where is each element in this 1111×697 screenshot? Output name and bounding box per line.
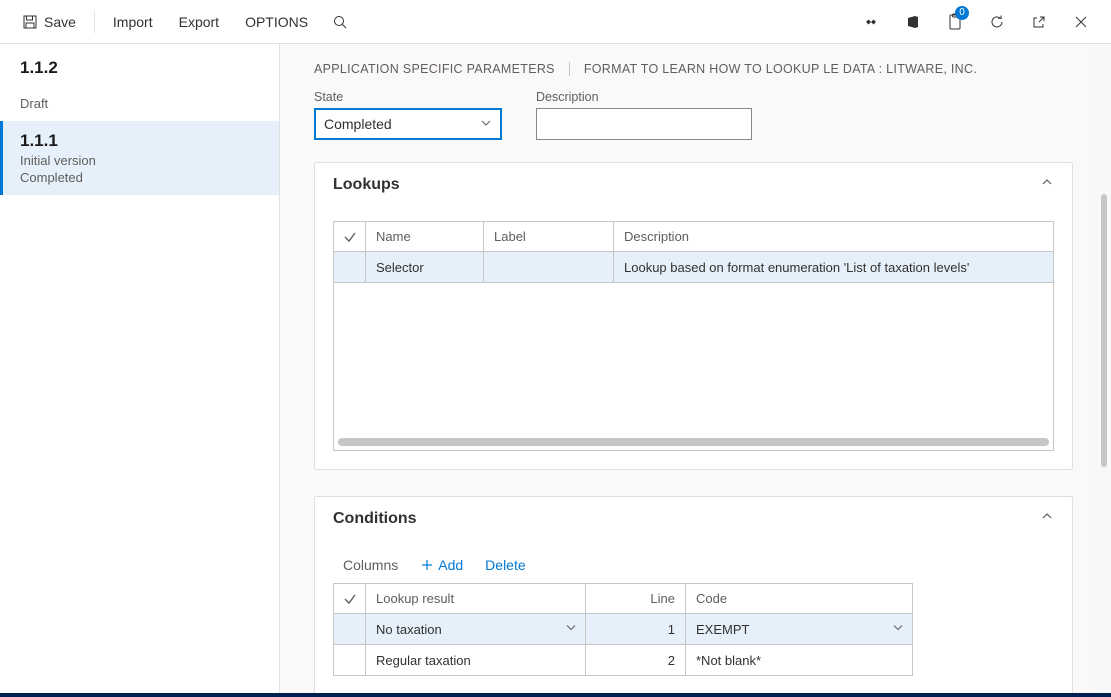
table-row[interactable]: Regular taxation 2 *Not blank* bbox=[334, 644, 912, 675]
close-icon bbox=[1073, 14, 1089, 30]
delete-label: Delete bbox=[485, 557, 525, 573]
versions-pane: 1.1.2 Draft 1.1.1 Initial version Comple… bbox=[0, 44, 280, 697]
breadcrumb: APPLICATION SPECIFIC PARAMETERS FORMAT T… bbox=[314, 62, 1073, 76]
row-check[interactable] bbox=[334, 252, 366, 282]
chevron-down-icon bbox=[480, 116, 492, 132]
state-label: State bbox=[314, 90, 502, 104]
version-number: 1.1.2 bbox=[20, 58, 261, 78]
breadcrumb-b: FORMAT TO LEARN HOW TO LOOKUP LE DATA : … bbox=[584, 62, 977, 76]
row-check[interactable] bbox=[334, 645, 366, 675]
cell-result[interactable]: Regular taxation bbox=[366, 645, 586, 675]
conditions-header[interactable]: Conditions bbox=[315, 497, 1072, 541]
lookups-grid: Name Label Description Selector Lookup b… bbox=[333, 221, 1054, 451]
columns-label[interactable]: Columns bbox=[343, 557, 398, 573]
grid-empty-area bbox=[334, 282, 1053, 450]
cell-line: 1 bbox=[586, 614, 686, 644]
breadcrumb-sep bbox=[569, 62, 570, 76]
lookups-header[interactable]: Lookups bbox=[315, 163, 1072, 207]
cell-line: 2 bbox=[586, 645, 686, 675]
version-status: Completed bbox=[20, 170, 261, 185]
import-button[interactable]: Import bbox=[103, 6, 163, 38]
plus-icon bbox=[420, 558, 434, 572]
options-label: OPTIONS bbox=[245, 14, 308, 30]
table-row[interactable]: No taxation 1 EXEMPT bbox=[334, 614, 912, 644]
lookups-title: Lookups bbox=[333, 176, 400, 194]
connector-icon bbox=[863, 14, 879, 30]
col-line[interactable]: Line bbox=[586, 584, 686, 614]
add-label: Add bbox=[438, 557, 463, 573]
notifications-button[interactable]: 0 bbox=[937, 4, 973, 40]
row-check[interactable] bbox=[334, 614, 366, 644]
search-button[interactable] bbox=[324, 6, 356, 38]
export-label: Export bbox=[179, 14, 219, 30]
col-desc[interactable]: Description bbox=[614, 222, 1053, 252]
breadcrumb-a: APPLICATION SPECIFIC PARAMETERS bbox=[314, 62, 555, 76]
state-select[interactable]: Completed bbox=[314, 108, 502, 140]
chevron-up-icon bbox=[1040, 509, 1054, 528]
col-name[interactable]: Name bbox=[366, 222, 484, 252]
table-row[interactable]: Selector Lookup based on format enumerat… bbox=[334, 252, 1053, 282]
cell-code[interactable]: *Not blank* bbox=[686, 645, 912, 675]
office-icon bbox=[905, 14, 921, 30]
table-header: Name Label Description bbox=[334, 222, 1053, 252]
add-button[interactable]: Add bbox=[420, 557, 463, 573]
popout-icon bbox=[1031, 14, 1047, 30]
cell-code[interactable]: EXEMPT bbox=[686, 614, 912, 644]
version-status: Draft bbox=[20, 96, 261, 111]
office-button[interactable] bbox=[895, 4, 931, 40]
search-icon bbox=[332, 14, 348, 30]
conditions-title: Conditions bbox=[333, 510, 417, 528]
refresh-button[interactable] bbox=[979, 4, 1015, 40]
table-header: Lookup result Line Code bbox=[334, 584, 912, 614]
state-value: Completed bbox=[324, 116, 392, 132]
cell-result[interactable]: No taxation bbox=[366, 614, 586, 644]
conditions-card: Conditions Columns Add bbox=[314, 496, 1073, 695]
chevron-down-icon bbox=[892, 622, 904, 637]
scrollbar[interactable] bbox=[1101, 194, 1107, 467]
detail-pane: APPLICATION SPECIFIC PARAMETERS FORMAT T… bbox=[280, 44, 1111, 697]
description-label: Description bbox=[536, 90, 752, 104]
cell-name: Selector bbox=[366, 252, 484, 282]
chevron-down-icon bbox=[565, 622, 577, 637]
status-bar bbox=[0, 693, 1111, 697]
connector-button[interactable] bbox=[853, 4, 889, 40]
version-subtitle: Initial version bbox=[20, 153, 261, 168]
conditions-toolbar: Columns Add Delete bbox=[343, 557, 1054, 573]
save-label: Save bbox=[44, 14, 76, 30]
description-input[interactable] bbox=[536, 108, 752, 140]
check-column-header[interactable] bbox=[334, 222, 366, 252]
cell-label bbox=[484, 252, 614, 282]
options-button[interactable]: OPTIONS bbox=[235, 6, 318, 38]
col-result[interactable]: Lookup result bbox=[366, 584, 586, 614]
action-bar: Save Import Export OPTIONS 0 bbox=[0, 0, 1111, 44]
separator bbox=[94, 11, 95, 33]
col-label[interactable]: Label bbox=[484, 222, 614, 252]
import-label: Import bbox=[113, 14, 153, 30]
version-item[interactable]: 1.1.2 Draft bbox=[0, 48, 279, 121]
export-button[interactable]: Export bbox=[169, 6, 229, 38]
close-button[interactable] bbox=[1063, 4, 1099, 40]
save-button[interactable]: Save bbox=[12, 6, 86, 38]
conditions-grid: Lookup result Line Code No taxation bbox=[333, 583, 913, 676]
col-code[interactable]: Code bbox=[686, 584, 912, 614]
check-column-header[interactable] bbox=[334, 584, 366, 614]
version-item-selected[interactable]: 1.1.1 Initial version Completed bbox=[0, 121, 279, 195]
version-number: 1.1.1 bbox=[20, 131, 261, 151]
delete-button[interactable]: Delete bbox=[485, 557, 525, 573]
refresh-icon bbox=[989, 14, 1005, 30]
lookups-card: Lookups Name Label Description bbox=[314, 162, 1073, 470]
chevron-up-icon bbox=[1040, 175, 1054, 194]
popout-button[interactable] bbox=[1021, 4, 1057, 40]
cell-desc: Lookup based on format enumeration 'List… bbox=[614, 252, 1053, 282]
notifications-badge: 0 bbox=[955, 6, 969, 20]
